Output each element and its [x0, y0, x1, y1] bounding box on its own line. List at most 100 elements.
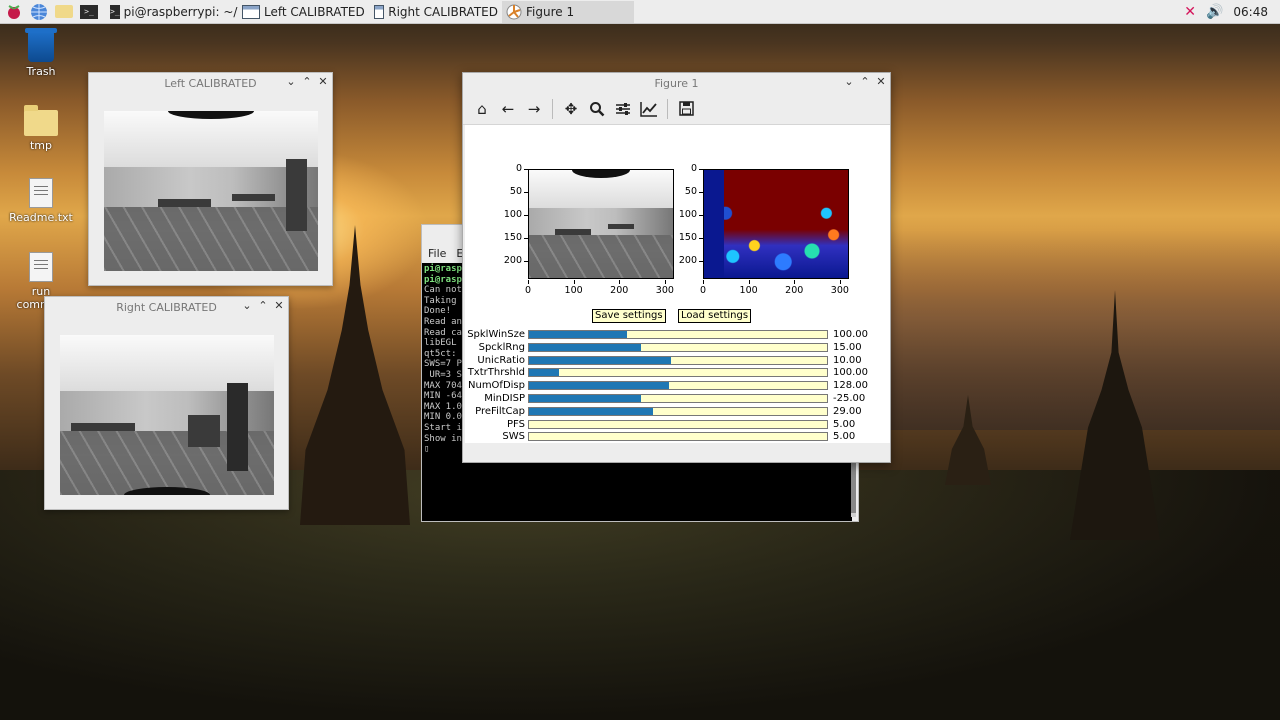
- close-icon[interactable]: ✕: [318, 75, 328, 88]
- home-icon[interactable]: ⌂: [471, 98, 493, 120]
- left-calibrated-window: Left CALIBRATED ⌄ ⌃ ✕: [88, 72, 333, 286]
- load-settings-button[interactable]: Load settings: [678, 309, 752, 323]
- y-tick-mark: [699, 169, 703, 170]
- parameter-slider[interactable]: [528, 419, 828, 429]
- maximize-icon[interactable]: ⌃: [258, 299, 268, 312]
- chevron-down-icon[interactable]: ⌄: [242, 299, 252, 312]
- slider-label: SpklWinSze: [467, 329, 525, 340]
- close-icon[interactable]: ✕: [876, 75, 886, 88]
- maximize-icon[interactable]: ⌃: [860, 75, 870, 88]
- y-tick-label: 150: [503, 231, 522, 243]
- save-settings-button[interactable]: Save settings: [592, 309, 666, 323]
- browser-globe-icon[interactable]: [28, 2, 50, 22]
- x-tick-mark: [703, 280, 704, 284]
- x-tick-label: 100: [739, 285, 758, 296]
- taskbar-button-right-calibrated[interactable]: Right CALIBRATED: [370, 1, 502, 23]
- disparity-map-axes[interactable]: [703, 169, 849, 279]
- figure-toolbar: ⌂ ← → ✥: [463, 93, 890, 125]
- slider-label: MinDISP: [484, 393, 525, 404]
- save-icon[interactable]: [675, 98, 697, 120]
- volume-icon[interactable]: 🔊: [1206, 4, 1223, 20]
- left-camera-image: [104, 111, 318, 271]
- y-tick-mark: [699, 214, 703, 216]
- x-tick-label: 200: [785, 285, 804, 296]
- slider-fill: [529, 382, 670, 390]
- maximize-icon[interactable]: ⌃: [302, 75, 312, 88]
- left-image-axes[interactable]: [528, 169, 674, 279]
- slider-fill: [529, 331, 628, 338]
- parameter-slider[interactable]: [528, 381, 828, 391]
- right-calibrated-window: Right CALIBRATED ⌄ ⌃ ✕: [44, 296, 289, 510]
- taskbar-button-left-calibrated[interactable]: Left CALIBRATED: [238, 1, 370, 23]
- file-manager-icon[interactable]: [53, 2, 75, 22]
- network-disconnected-icon[interactable]: ✕: [1184, 4, 1196, 20]
- clock[interactable]: 06:48: [1233, 5, 1268, 19]
- figure-canvas[interactable]: 0 50 100 150 200 0 100 200 300 0 50 100 150 200 0 100 20…: [465, 125, 890, 443]
- y-tick-mark: [699, 191, 703, 193]
- slider-fill: [529, 369, 559, 377]
- window-title: Figure 1: [654, 76, 699, 90]
- x-tick-mark: [748, 280, 750, 284]
- slider-fill: [529, 343, 641, 351]
- slider-value: 100.00: [833, 367, 868, 379]
- edit-axis-icon[interactable]: [638, 98, 660, 120]
- x-tick-mark: [573, 280, 575, 284]
- chevron-down-icon[interactable]: ⌄: [844, 75, 854, 88]
- parameter-slider[interactable]: [528, 342, 828, 352]
- left-rectified-image: [529, 170, 673, 278]
- window-titlebar[interactable]: Figure 1 ⌄ ⌃ ✕: [463, 73, 890, 93]
- pan-icon[interactable]: ✥: [560, 98, 582, 120]
- system-tray: ✕ 🔊 06:48: [1184, 0, 1280, 24]
- configure-icon[interactable]: [612, 98, 634, 120]
- parameter-slider[interactable]: [528, 432, 828, 442]
- x-tick-label: 0: [699, 285, 707, 296]
- y-tick-mark: [699, 237, 703, 239]
- taskbar-button-label: Right CALIBRATED: [388, 4, 498, 19]
- taskbar-button-terminal[interactable]: >_ pi@raspberrypi: ~/ste...: [106, 1, 238, 23]
- zoom-icon[interactable]: [586, 98, 608, 120]
- desktop-icon-trash[interactable]: Trash: [6, 28, 76, 78]
- taskbar-button-figure[interactable]: Figure 1: [502, 0, 634, 23]
- slider-fill: [529, 395, 641, 402]
- y-tick-label: 50: [684, 185, 697, 197]
- slider-label: SpcklRng: [478, 341, 525, 353]
- menu-file[interactable]: File: [428, 247, 446, 260]
- parameter-slider[interactable]: [528, 368, 828, 378]
- parameter-slider[interactable]: [528, 406, 828, 416]
- text-file-icon: [29, 178, 53, 208]
- slider-value: 5.00: [833, 418, 856, 430]
- desktop-icon-readme[interactable]: Readme.txt: [6, 178, 76, 224]
- close-icon[interactable]: ✕: [274, 299, 284, 312]
- window-title: Right CALIBRATED: [116, 300, 217, 314]
- x-tick-mark: [619, 280, 621, 284]
- slider-label: SWS: [502, 431, 525, 443]
- toolbar-separator: [667, 98, 668, 119]
- terminal-launcher-icon[interactable]: >_: [78, 2, 100, 22]
- window-titlebar[interactable]: Right CALIBRATED ⌄ ⌃ ✕: [45, 297, 288, 317]
- parameter-slider[interactable]: [528, 394, 828, 403]
- y-tick-label: 0: [515, 163, 522, 174]
- parameter-slider[interactable]: [528, 330, 828, 339]
- parameter-slider[interactable]: [528, 355, 828, 365]
- wallpaper-haze: [880, 230, 1280, 430]
- taskbar-button-label: Figure 1: [526, 4, 575, 19]
- x-tick-mark: [664, 280, 666, 284]
- window-title: Left CALIBRATED: [164, 76, 257, 90]
- y-tick-label: 200: [503, 254, 522, 266]
- window-titlebar[interactable]: Left CALIBRATED ⌄ ⌃ ✕: [89, 73, 332, 93]
- slider-label: TxtrThrshld: [467, 367, 525, 379]
- forward-icon[interactable]: →: [523, 98, 545, 120]
- y-tick-mark: [524, 260, 528, 262]
- back-icon[interactable]: ←: [497, 98, 519, 120]
- x-tick-label: 300: [655, 285, 674, 296]
- slider-label: PreFiltCap: [475, 405, 525, 417]
- slider-value: 100.00: [833, 329, 868, 340]
- raspberry-menu-icon[interactable]: [3, 2, 25, 22]
- x-tick-label: 0: [524, 285, 532, 296]
- y-tick-mark: [524, 237, 528, 239]
- chevron-down-icon[interactable]: ⌄: [286, 75, 296, 88]
- desktop-icon-tmp[interactable]: tmp: [6, 105, 76, 152]
- slider-value: 128.00: [833, 380, 868, 392]
- desktop-icon-label: tmp: [29, 139, 52, 152]
- x-tick-mark: [794, 280, 796, 284]
